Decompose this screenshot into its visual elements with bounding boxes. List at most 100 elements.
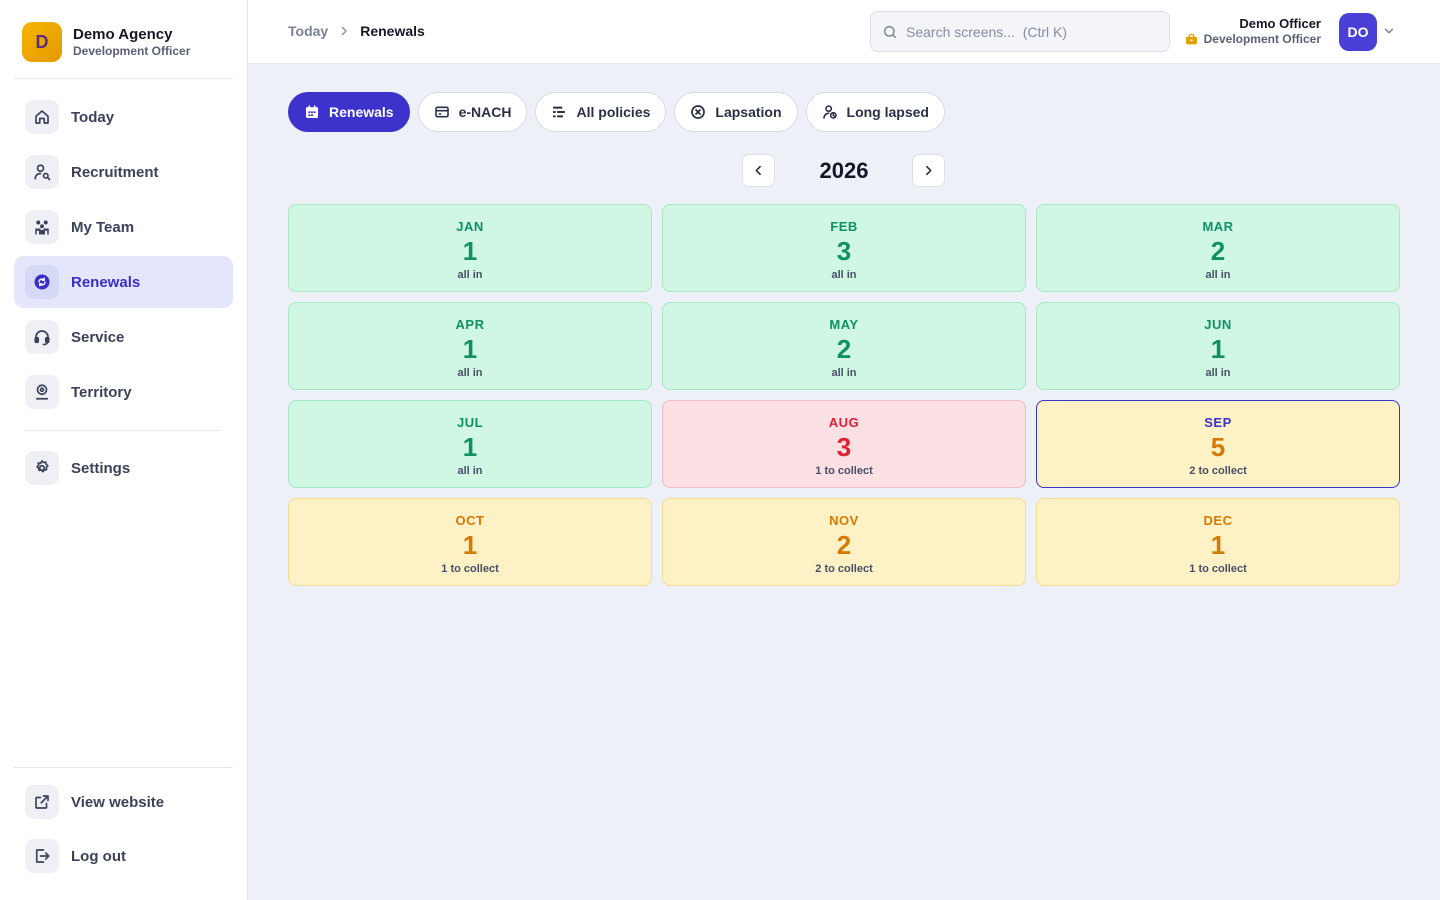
month-card-mar[interactable]: MAR 2 all in — [1036, 204, 1400, 292]
sidebar-item-settings[interactable]: Settings — [14, 442, 233, 494]
sidebar-item-today[interactable]: Today — [14, 91, 233, 143]
tab-label: e-NACH — [458, 104, 512, 120]
card-icon — [434, 104, 450, 120]
month-card-jan[interactable]: JAN 1 all in — [288, 204, 652, 292]
tab-label: Long lapsed — [846, 104, 929, 120]
month-grid: JAN 1 all in FEB 3 all in MAR 2 all in A… — [288, 204, 1400, 586]
month-count: 1 — [462, 334, 478, 364]
sidebar-item-label: Recruitment — [71, 163, 159, 181]
month-card-nov[interactable]: NOV 2 2 to collect — [662, 498, 1026, 586]
month-status: 2 to collect — [815, 563, 873, 575]
month-status: 1 to collect — [1189, 563, 1247, 575]
month-count: 2 — [836, 530, 852, 560]
sidebar-item-label: Today — [71, 108, 115, 126]
user-name: Demo Officer — [1239, 16, 1321, 31]
logout-label: Log out — [71, 847, 126, 865]
month-count: 5 — [1210, 432, 1226, 462]
team-icon — [25, 210, 59, 244]
month-status: 2 to collect — [1189, 465, 1247, 477]
breadcrumb-root[interactable]: Today — [288, 23, 328, 39]
month-status: all in — [1205, 367, 1231, 379]
month-card-aug[interactable]: AUG 3 1 to collect — [662, 400, 1026, 488]
brand-role: Development Officer — [73, 43, 191, 58]
month-card-jul[interactable]: JUL 1 all in — [288, 400, 652, 488]
sidebar-divider — [25, 430, 221, 431]
month-count: 2 — [1210, 236, 1226, 266]
sidebar-item-service[interactable]: Service — [14, 311, 233, 363]
month-card-dec[interactable]: DEC 1 1 to collect — [1036, 498, 1400, 586]
search-box[interactable] — [870, 11, 1170, 52]
month-count: 1 — [1210, 530, 1226, 560]
sidebar-divider — [14, 78, 233, 79]
year-label: 2026 — [819, 158, 869, 183]
view-website-label: View website — [71, 793, 165, 811]
month-label: JAN — [456, 219, 484, 234]
tab-renewals[interactable]: Renewals — [288, 92, 410, 132]
month-label: APR — [455, 317, 485, 332]
month-status: all in — [1205, 269, 1231, 281]
home-icon — [25, 100, 59, 134]
month-status: all in — [457, 269, 483, 281]
sidebar-divider — [14, 767, 233, 768]
month-count: 1 — [1210, 334, 1226, 364]
month-label: MAY — [829, 317, 859, 332]
breadcrumb: Today Renewals — [288, 23, 425, 39]
tab-lapsation[interactable]: Lapsation — [674, 92, 798, 132]
month-card-may[interactable]: MAY 2 all in — [662, 302, 1026, 390]
tab-label: Renewals — [329, 104, 394, 120]
month-label: MAR — [1202, 219, 1234, 234]
tab-long-lapsed[interactable]: Long lapsed — [805, 92, 945, 132]
user-role: Development Officer — [1203, 32, 1321, 46]
month-card-apr[interactable]: APR 1 all in — [288, 302, 652, 390]
tab-all-policies[interactable]: All policies — [535, 92, 667, 132]
search-icon — [882, 24, 898, 40]
prev-year-button[interactable] — [742, 154, 775, 187]
month-status: 1 to collect — [815, 465, 873, 477]
month-card-sep[interactable]: SEP 5 2 to collect — [1036, 400, 1400, 488]
sidebar-item-renewals[interactable]: Renewals — [14, 256, 233, 308]
avatar[interactable]: DO — [1339, 13, 1377, 51]
sidebar-item-label: Service — [71, 328, 125, 346]
month-card-jun[interactable]: JUN 1 all in — [1036, 302, 1400, 390]
chevron-right-icon — [338, 25, 350, 37]
tab-e-nach[interactable]: e-NACH — [417, 92, 528, 132]
gear-icon — [25, 451, 59, 485]
sidebar-item-label: Renewals — [71, 273, 141, 291]
renewals-icon — [25, 265, 59, 299]
month-status: all in — [457, 465, 483, 477]
brand-name: Demo Agency — [73, 25, 173, 43]
chevron-down-icon[interactable] — [1382, 24, 1396, 43]
chevron-right-icon — [922, 164, 935, 177]
month-label: OCT — [455, 513, 485, 528]
month-card-feb[interactable]: FEB 3 all in — [662, 204, 1026, 292]
month-card-oct[interactable]: OCT 1 1 to collect — [288, 498, 652, 586]
month-label: DEC — [1203, 513, 1233, 528]
user-info[interactable]: Demo Officer Development Officer — [1185, 16, 1321, 47]
month-count: 1 — [462, 236, 478, 266]
location-icon — [25, 375, 59, 409]
tab-label: All policies — [576, 104, 651, 120]
month-label: JUL — [456, 415, 484, 430]
brand[interactable]: D Demo Agency Development Officer — [22, 22, 190, 62]
sidebar-item-territory[interactable]: Territory — [14, 366, 233, 418]
x-circle-icon — [690, 104, 706, 120]
month-label: SEP — [1204, 415, 1232, 430]
search-input[interactable] — [906, 23, 1156, 40]
breadcrumb-current: Renewals — [360, 23, 425, 39]
sidebar-item-recruitment[interactable]: Recruitment — [14, 146, 233, 198]
view-website-link[interactable]: View website — [14, 780, 233, 824]
next-year-button[interactable] — [912, 154, 945, 187]
tab-bar: Renewals e-NACH All policies Lapsation L… — [288, 92, 953, 132]
logout-button[interactable]: Log out — [14, 834, 233, 878]
month-label: NOV — [829, 513, 859, 528]
month-label: AUG — [828, 415, 860, 430]
sidebar-item-my-team[interactable]: My Team — [14, 201, 233, 253]
chevron-left-icon — [752, 164, 765, 177]
month-status: 1 to collect — [441, 563, 499, 575]
external-link-icon — [25, 785, 59, 819]
month-count: 3 — [836, 432, 852, 462]
logout-icon — [25, 839, 59, 873]
user-search-icon — [25, 155, 59, 189]
topbar: Today Renewals Demo Officer Development … — [248, 0, 1440, 64]
month-label: JUN — [1204, 317, 1232, 332]
